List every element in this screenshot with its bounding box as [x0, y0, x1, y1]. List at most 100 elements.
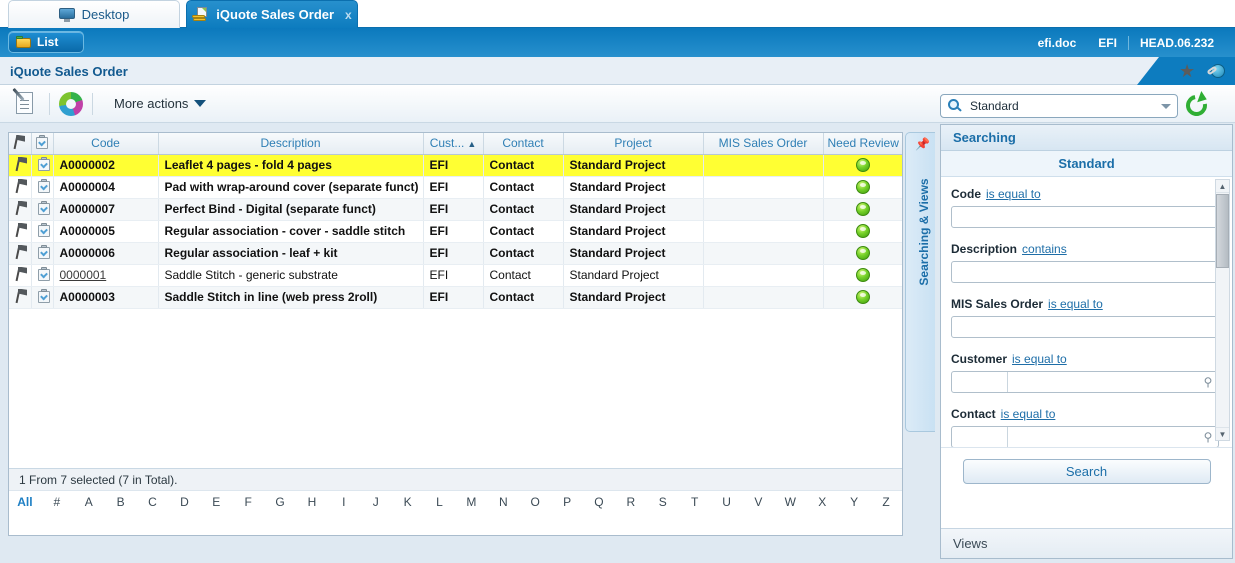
field-operator[interactable]: is equal to [1012, 352, 1067, 366]
flag-icon[interactable] [15, 266, 28, 281]
table-row[interactable]: A0000006 Regular association - leaf + kit… [9, 242, 902, 265]
clipboard-icon[interactable] [37, 178, 50, 193]
alpha-filter-s[interactable]: S [647, 495, 679, 509]
alpha-filter-f[interactable]: F [232, 495, 264, 509]
column-header-customer[interactable]: Cust... ▲ [423, 133, 484, 155]
clipboard-icon[interactable] [37, 244, 50, 259]
column-header-mis-sales-order[interactable]: MIS Sales Order [703, 133, 824, 155]
circular-refresh-icon[interactable] [59, 91, 83, 116]
close-icon[interactable]: x [345, 8, 352, 22]
field-name: Customer [951, 352, 1008, 366]
alpha-filter-b[interactable]: B [105, 495, 137, 509]
tab-iquote-sales-order[interactable]: iQuote Sales Order x [186, 0, 358, 28]
field-operator[interactable]: is equal to [1001, 407, 1056, 421]
alpha-filter-t[interactable]: T [679, 495, 711, 509]
flag-icon[interactable] [15, 222, 28, 237]
search-button[interactable]: Search [962, 459, 1211, 484]
alpha-filter-l[interactable]: L [424, 495, 456, 509]
cell-code: 0000001 [53, 264, 159, 287]
row-flag-icon [9, 220, 32, 243]
lookup-code-part[interactable] [952, 372, 1008, 392]
lookup-text-part[interactable] [1008, 372, 1198, 392]
alpha-filter-g[interactable]: G [264, 495, 296, 509]
column-header-flag[interactable] [9, 133, 32, 155]
alpha-filter-e[interactable]: E [200, 495, 232, 509]
scrollbar-thumb[interactable] [1216, 194, 1229, 268]
clipboard-icon[interactable] [37, 288, 50, 303]
alpha-filter-hash[interactable]: # [41, 495, 73, 509]
column-header-need-review[interactable]: Need Review [823, 133, 902, 155]
column-header-code[interactable]: Code [53, 133, 159, 155]
flag-icon[interactable] [15, 156, 28, 171]
alpha-filter-m[interactable]: M [455, 495, 487, 509]
alpha-filter-u[interactable]: U [711, 495, 743, 509]
alpha-filter-o[interactable]: O [519, 495, 551, 509]
scroll-down-icon[interactable]: ▼ [1216, 427, 1229, 440]
alpha-filter-v[interactable]: V [742, 495, 774, 509]
code-link[interactable]: 0000001 [60, 268, 107, 282]
tab-desktop[interactable]: Desktop [8, 0, 180, 28]
search-input-code[interactable] [951, 206, 1219, 228]
column-header-description[interactable]: Description [158, 133, 424, 155]
search-input-mis-sales-order[interactable] [951, 316, 1219, 338]
search-input-contact[interactable]: ⚲ [951, 426, 1219, 447]
row-clipboard-icon [31, 154, 54, 177]
alpha-filter-q[interactable]: Q [583, 495, 615, 509]
list-button[interactable]: List [8, 31, 84, 53]
cell-mis-sales-order [703, 286, 824, 309]
field-operator[interactable]: is equal to [986, 187, 1041, 201]
alpha-filter-i[interactable]: I [328, 495, 360, 509]
scroll-up-icon[interactable]: ▲ [1216, 180, 1229, 193]
cell-customer: EFI [423, 198, 484, 221]
table-row[interactable]: A0000002 Leaflet 4 pages - fold 4 pages EF… [9, 154, 902, 177]
search-field-label: MIS Sales Order is equal to [951, 297, 1220, 311]
search-field-label: Customer is equal to [951, 352, 1220, 366]
clipboard-icon[interactable] [37, 266, 50, 281]
table-row[interactable]: 0000001 Saddle Stitch - generic substrate… [9, 264, 902, 287]
alpha-filter-n[interactable]: N [487, 495, 519, 509]
alpha-filter-z[interactable]: Z [870, 495, 902, 509]
searching-views-tab[interactable]: 📌 Searching & Views [905, 132, 935, 432]
alpha-filter-y[interactable]: Y [838, 495, 870, 509]
star-icon[interactable]: ★ [1179, 62, 1197, 80]
globe-link-icon[interactable] [1206, 63, 1225, 80]
views-section[interactable]: Views [941, 528, 1232, 558]
clipboard-icon[interactable] [37, 222, 50, 237]
flag-icon[interactable] [15, 244, 28, 259]
table-row[interactable]: A0000003 Saddle Stitch in line (web press… [9, 286, 902, 309]
search-fields-scrollbar[interactable]: ▲ ▼ [1215, 179, 1230, 441]
field-operator[interactable]: contains [1022, 242, 1067, 256]
table-row[interactable]: A0000005 Regular association - cover - sa… [9, 220, 902, 243]
cell-contact: Contact [483, 154, 564, 177]
flag-icon[interactable] [15, 200, 28, 215]
table-row[interactable]: A0000007 Perfect Bind - Digital (separate… [9, 198, 902, 221]
alpha-filter-k[interactable]: K [392, 495, 424, 509]
table-row[interactable]: A0000004 Pad with wrap-around cover (sepa… [9, 176, 902, 199]
column-header-project[interactable]: Project [563, 133, 704, 155]
alpha-filter-r[interactable]: R [615, 495, 647, 509]
lookup-code-part[interactable] [952, 427, 1008, 447]
alpha-filter-c[interactable]: C [137, 495, 169, 509]
edit-document-icon[interactable] [10, 87, 40, 117]
alpha-filter-d[interactable]: D [168, 495, 200, 509]
column-header-contact[interactable]: Contact [483, 133, 564, 155]
alpha-filter-h[interactable]: H [296, 495, 328, 509]
search-preset-dropdown[interactable]: Standard [940, 94, 1178, 118]
alpha-filter-w[interactable]: W [774, 495, 806, 509]
search-input-description[interactable] [951, 261, 1219, 283]
clipboard-icon[interactable] [37, 156, 50, 171]
alpha-filter-j[interactable]: J [360, 495, 392, 509]
flag-icon[interactable] [15, 178, 28, 193]
alpha-filter-a[interactable]: A [73, 495, 105, 509]
lookup-text-part[interactable] [1008, 427, 1198, 447]
clipboard-icon[interactable] [37, 200, 50, 215]
field-operator[interactable]: is equal to [1048, 297, 1103, 311]
column-header-clipboard[interactable] [31, 133, 54, 155]
alpha-filter-all[interactable]: All [9, 495, 41, 509]
search-input-customer[interactable]: ⚲ [951, 371, 1219, 393]
flag-icon[interactable] [15, 288, 28, 303]
alpha-filter-p[interactable]: P [551, 495, 583, 509]
refresh-arrow-icon[interactable] [1181, 90, 1212, 120]
alpha-filter-x[interactable]: X [806, 495, 838, 509]
more-actions-button[interactable]: More actions [114, 96, 207, 111]
